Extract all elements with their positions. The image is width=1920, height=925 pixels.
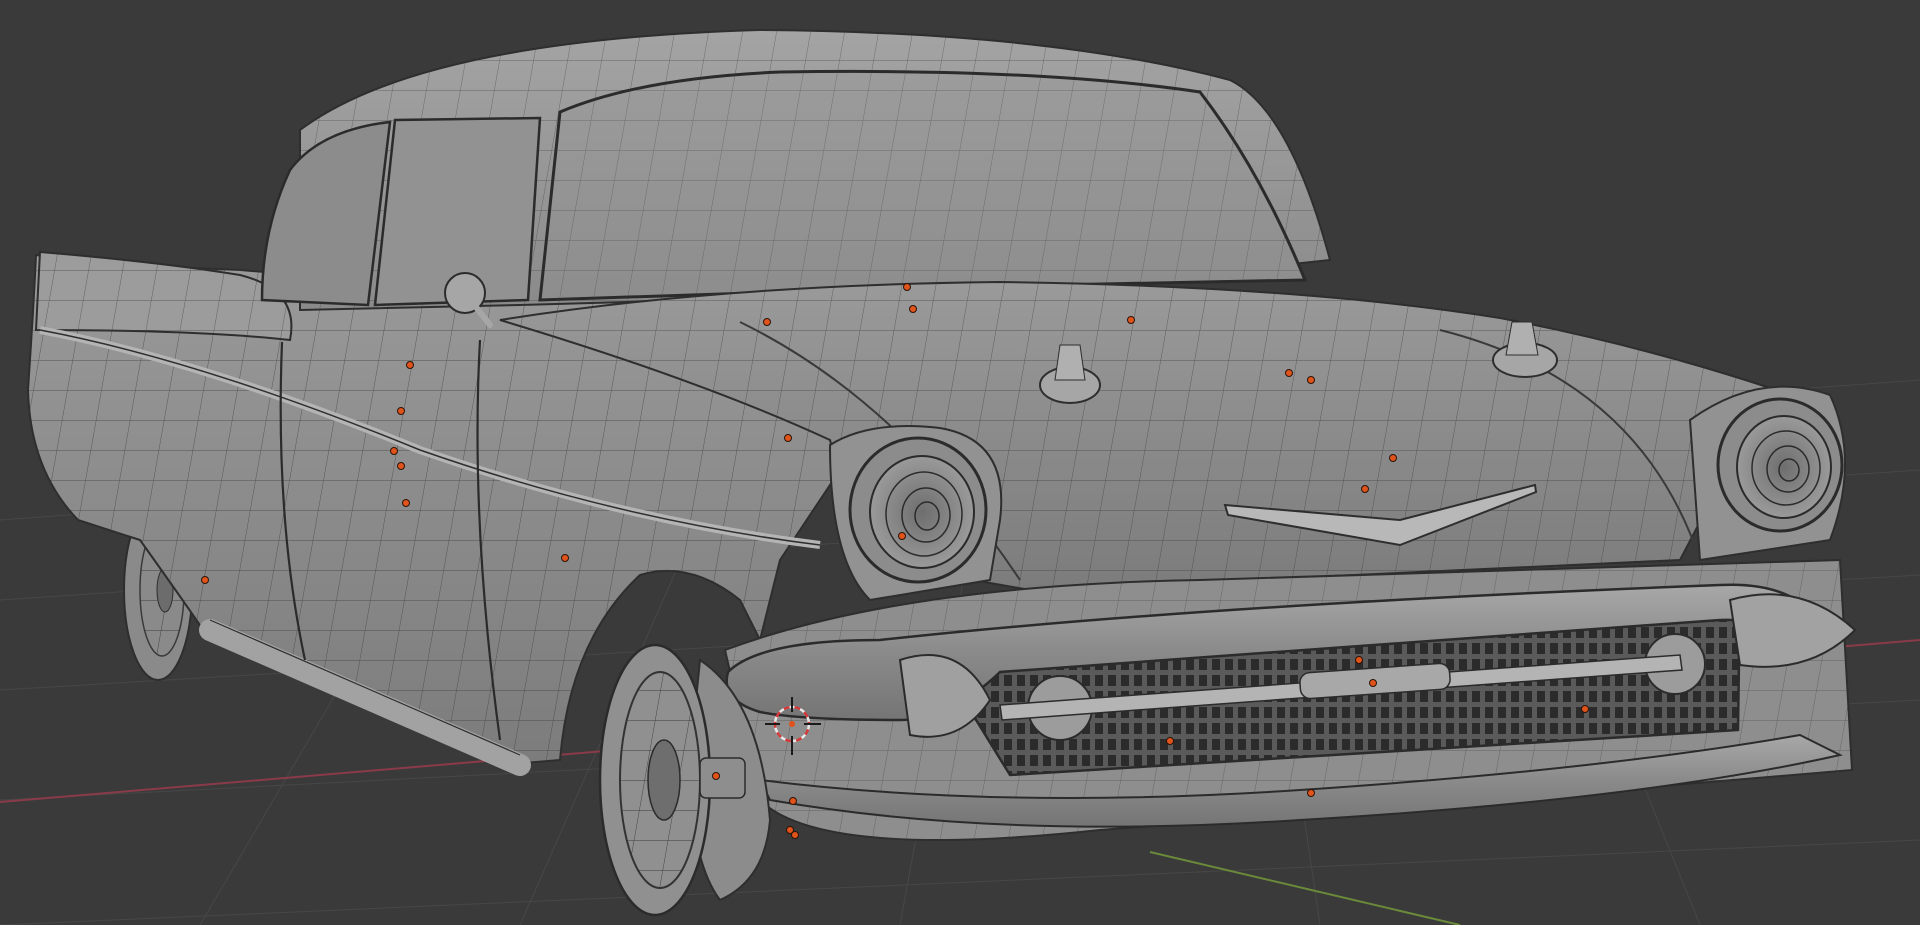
headlight-left bbox=[848, 436, 988, 584]
viewport-canvas[interactable] bbox=[0, 0, 1920, 925]
3d-viewport[interactable] bbox=[0, 0, 1920, 925]
y-axis-line bbox=[1149, 851, 1461, 925]
car-wireframe-model[interactable] bbox=[26, 28, 1857, 917]
rear-side-window bbox=[260, 120, 392, 307]
headlight-right bbox=[1716, 397, 1844, 533]
